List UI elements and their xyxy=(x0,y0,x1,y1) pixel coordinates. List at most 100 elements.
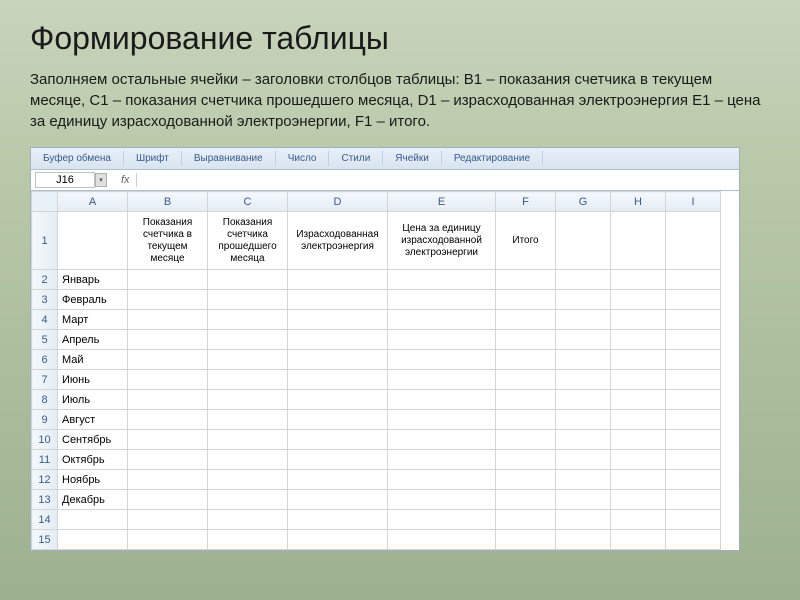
row-header-13[interactable]: 13 xyxy=(32,490,58,510)
cell-H4[interactable] xyxy=(611,310,666,330)
cell-G1[interactable] xyxy=(556,212,611,270)
cell-E15[interactable] xyxy=(388,530,496,550)
cell-G12[interactable] xyxy=(556,470,611,490)
cell-D12[interactable] xyxy=(288,470,388,490)
col-header-D[interactable]: D xyxy=(288,192,388,212)
cell-B3[interactable] xyxy=(128,290,208,310)
cell-D7[interactable] xyxy=(288,370,388,390)
cell-I2[interactable] xyxy=(666,270,721,290)
cell-F10[interactable] xyxy=(496,430,556,450)
col-header-B[interactable]: B xyxy=(128,192,208,212)
cell-E2[interactable] xyxy=(388,270,496,290)
row-header-3[interactable]: 3 xyxy=(32,290,58,310)
cell-H11[interactable] xyxy=(611,450,666,470)
cell-C10[interactable] xyxy=(208,430,288,450)
cell-D2[interactable] xyxy=(288,270,388,290)
cell-C11[interactable] xyxy=(208,450,288,470)
cell-B13[interactable] xyxy=(128,490,208,510)
col-header-A[interactable]: A xyxy=(58,192,128,212)
cell-C14[interactable] xyxy=(208,510,288,530)
cell-F8[interactable] xyxy=(496,390,556,410)
cell-A8[interactable]: Июль xyxy=(58,390,128,410)
cell-A1[interactable] xyxy=(58,212,128,270)
cell-A11[interactable]: Октябрь xyxy=(58,450,128,470)
cell-F7[interactable] xyxy=(496,370,556,390)
ribbon-tab-clipboard[interactable]: Буфер обмена xyxy=(31,151,124,166)
cell-G8[interactable] xyxy=(556,390,611,410)
cell-B11[interactable] xyxy=(128,450,208,470)
cell-C5[interactable] xyxy=(208,330,288,350)
cell-I4[interactable] xyxy=(666,310,721,330)
row-header-9[interactable]: 9 xyxy=(32,410,58,430)
cell-G9[interactable] xyxy=(556,410,611,430)
cell-F6[interactable] xyxy=(496,350,556,370)
cell-H2[interactable] xyxy=(611,270,666,290)
cell-E7[interactable] xyxy=(388,370,496,390)
cell-H8[interactable] xyxy=(611,390,666,410)
row-header-12[interactable]: 12 xyxy=(32,470,58,490)
cell-C1[interactable]: Показания счетчика прошедшего месяца xyxy=(208,212,288,270)
cell-C2[interactable] xyxy=(208,270,288,290)
col-header-F[interactable]: F xyxy=(496,192,556,212)
cell-H6[interactable] xyxy=(611,350,666,370)
cell-A2[interactable]: Январь xyxy=(58,270,128,290)
cell-F15[interactable] xyxy=(496,530,556,550)
cell-H14[interactable] xyxy=(611,510,666,530)
cell-C15[interactable] xyxy=(208,530,288,550)
cell-A4[interactable]: Март xyxy=(58,310,128,330)
cell-D9[interactable] xyxy=(288,410,388,430)
cell-D1[interactable]: Израсходованная электроэнергия xyxy=(288,212,388,270)
cell-A14[interactable] xyxy=(58,510,128,530)
cell-H9[interactable] xyxy=(611,410,666,430)
cell-B14[interactable] xyxy=(128,510,208,530)
cell-F9[interactable] xyxy=(496,410,556,430)
cell-I8[interactable] xyxy=(666,390,721,410)
cell-I13[interactable] xyxy=(666,490,721,510)
cell-F11[interactable] xyxy=(496,450,556,470)
cell-E10[interactable] xyxy=(388,430,496,450)
cell-E4[interactable] xyxy=(388,310,496,330)
cell-F2[interactable] xyxy=(496,270,556,290)
cell-D4[interactable] xyxy=(288,310,388,330)
cell-B10[interactable] xyxy=(128,430,208,450)
cell-B12[interactable] xyxy=(128,470,208,490)
cell-C7[interactable] xyxy=(208,370,288,390)
cell-A3[interactable]: Февраль xyxy=(58,290,128,310)
cell-I11[interactable] xyxy=(666,450,721,470)
cell-F5[interactable] xyxy=(496,330,556,350)
cell-D15[interactable] xyxy=(288,530,388,550)
cell-D6[interactable] xyxy=(288,350,388,370)
cell-G3[interactable] xyxy=(556,290,611,310)
cell-G13[interactable] xyxy=(556,490,611,510)
row-header-10[interactable]: 10 xyxy=(32,430,58,450)
cell-D11[interactable] xyxy=(288,450,388,470)
cell-A12[interactable]: Ноябрь xyxy=(58,470,128,490)
cell-B9[interactable] xyxy=(128,410,208,430)
ribbon-tab-styles[interactable]: Стили xyxy=(329,151,383,166)
cell-G2[interactable] xyxy=(556,270,611,290)
cell-H12[interactable] xyxy=(611,470,666,490)
cell-B6[interactable] xyxy=(128,350,208,370)
cell-C13[interactable] xyxy=(208,490,288,510)
cell-E11[interactable] xyxy=(388,450,496,470)
cell-G4[interactable] xyxy=(556,310,611,330)
row-header-4[interactable]: 4 xyxy=(32,310,58,330)
cell-G7[interactable] xyxy=(556,370,611,390)
cell-G11[interactable] xyxy=(556,450,611,470)
cell-H5[interactable] xyxy=(611,330,666,350)
cell-I15[interactable] xyxy=(666,530,721,550)
cell-A6[interactable]: Май xyxy=(58,350,128,370)
cell-H13[interactable] xyxy=(611,490,666,510)
cell-I9[interactable] xyxy=(666,410,721,430)
cell-C3[interactable] xyxy=(208,290,288,310)
cell-A9[interactable]: Август xyxy=(58,410,128,430)
row-header-11[interactable]: 11 xyxy=(32,450,58,470)
row-header-2[interactable]: 2 xyxy=(32,270,58,290)
cell-B7[interactable] xyxy=(128,370,208,390)
cell-E3[interactable] xyxy=(388,290,496,310)
row-header-14[interactable]: 14 xyxy=(32,510,58,530)
cell-D10[interactable] xyxy=(288,430,388,450)
ribbon-tab-editing[interactable]: Редактирование xyxy=(442,151,543,166)
col-header-C[interactable]: C xyxy=(208,192,288,212)
row-header-6[interactable]: 6 xyxy=(32,350,58,370)
